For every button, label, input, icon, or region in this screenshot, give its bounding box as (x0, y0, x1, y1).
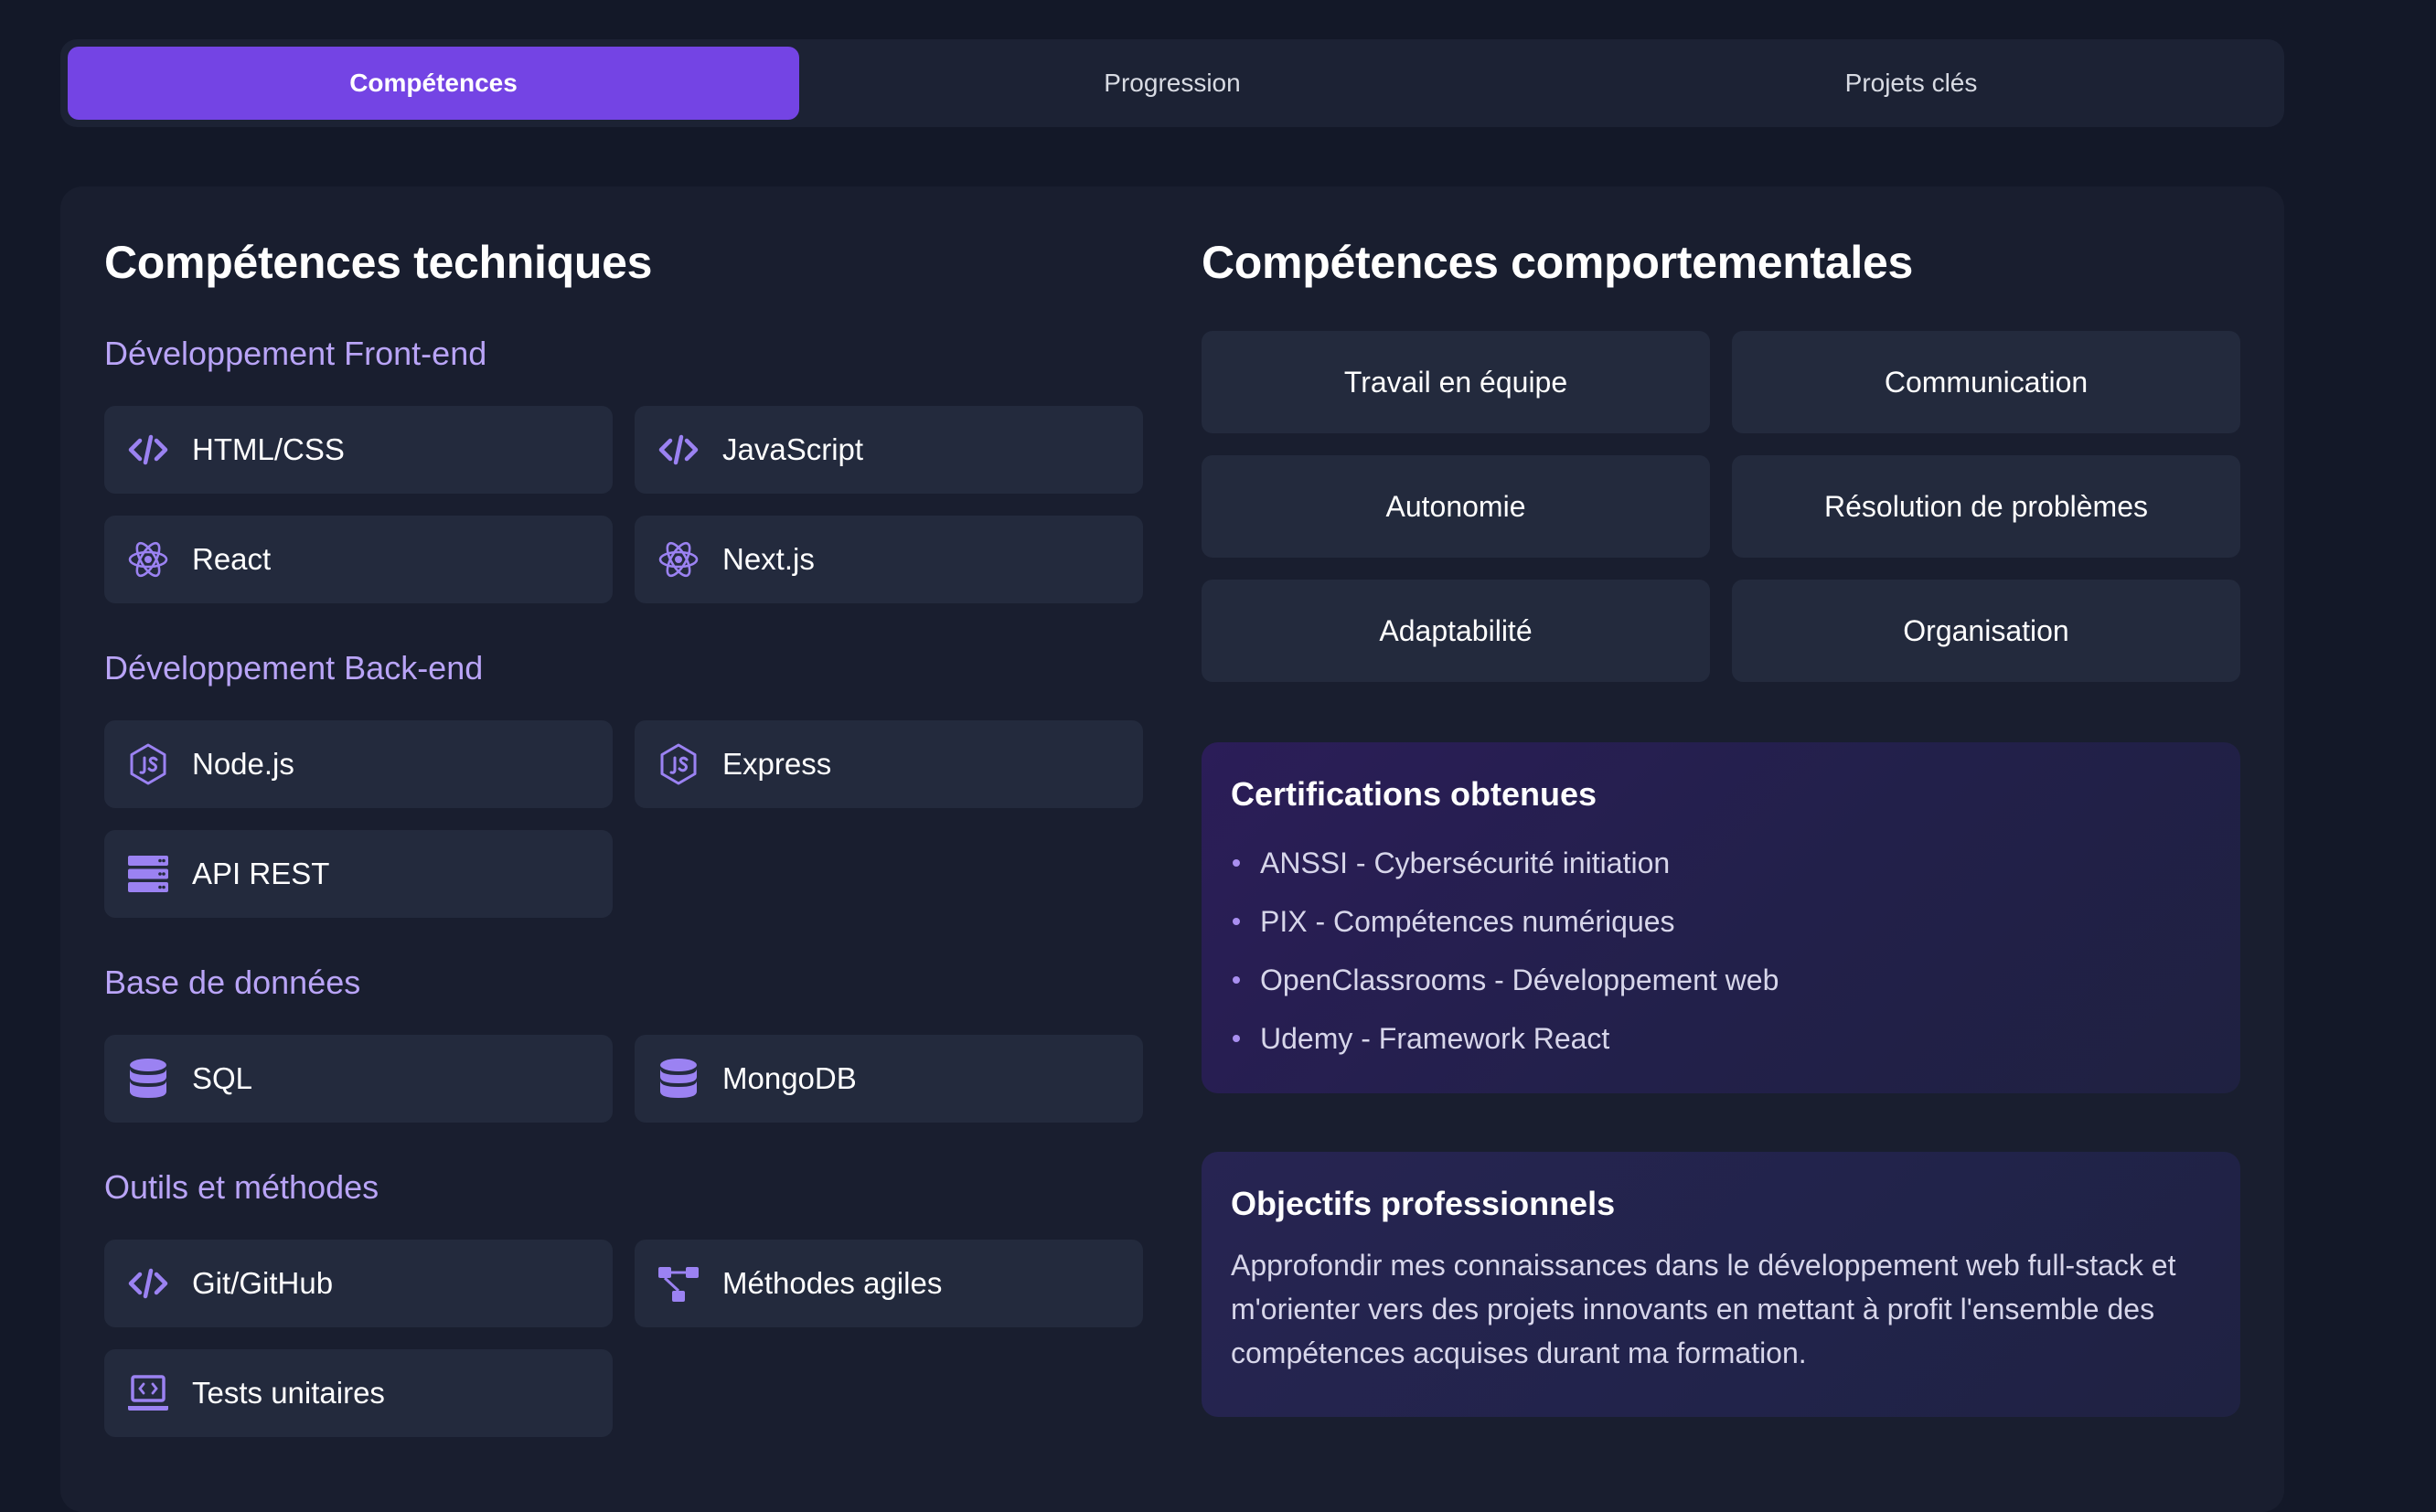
atom-icon (657, 538, 700, 581)
tab-competences[interactable]: Compétences (68, 47, 799, 120)
certifications-title: Certifications obtenues (1231, 775, 1597, 813)
certification-label: PIX - Compétences numériques (1260, 904, 1675, 938)
skill-chip-sql: SQL (104, 1035, 613, 1123)
certifications-list: ANSSI - Cybersécurité initiation PIX - C… (1231, 834, 2211, 1068)
certification-label: Udemy - Framework React (1260, 1021, 1610, 1055)
bullet-icon (1233, 859, 1240, 867)
behavioral-skills-title: Compétences comportementales (1202, 237, 1913, 288)
code-icon (126, 428, 170, 472)
group-title-backend: Développement Back-end (104, 649, 484, 687)
skill-label: Tests unitaires (192, 1376, 385, 1410)
skill-chip-nodejs: Node.js (104, 720, 613, 808)
soft-skill-organization: Organisation (1732, 580, 2240, 682)
skill-chip-javascript: JavaScript (635, 406, 1143, 494)
code-icon (657, 428, 700, 472)
skills-panel: Compétences techniques Développement Fro… (60, 186, 2284, 1512)
skill-chip-nextjs: Next.js (635, 516, 1143, 603)
tab-projets-cles[interactable]: Projets clés (1545, 47, 2277, 120)
skill-chip-express: Express (635, 720, 1143, 808)
soft-skill-adaptability: Adaptabilité (1202, 580, 1710, 682)
bullet-icon (1233, 1035, 1240, 1042)
group-title-frontend: Développement Front-end (104, 335, 487, 372)
certification-item: ANSSI - Cybersécurité initiation (1231, 834, 2211, 892)
skill-chip-api-rest: API REST (104, 830, 613, 918)
skill-label: Express (722, 747, 832, 781)
skill-chip-git-github: Git/GitHub (104, 1240, 613, 1327)
nodejs-icon (657, 742, 700, 786)
professional-goals-text: Approfondir mes connaissances dans le dé… (1231, 1249, 2176, 1369)
bullet-icon (1233, 976, 1240, 984)
code-icon (126, 1262, 170, 1305)
atom-icon (126, 538, 170, 581)
skill-label: Node.js (192, 747, 294, 781)
skill-label: HTML/CSS (192, 432, 345, 466)
skill-label: Next.js (722, 542, 815, 576)
group-title-tools: Outils et méthodes (104, 1168, 379, 1206)
technical-skills-title: Compétences techniques (104, 237, 653, 288)
tab-bar: Compétences Progression Projets clés (60, 39, 2284, 127)
soft-skill-problem-solving: Résolution de problèmes (1732, 455, 2240, 558)
skill-chip-html-css: HTML/CSS (104, 406, 613, 494)
skill-label: MongoDB (722, 1061, 857, 1095)
skill-label: Méthodes agiles (722, 1266, 943, 1300)
certification-label: ANSSI - Cybersécurité initiation (1260, 846, 1671, 879)
skill-label: Git/GitHub (192, 1266, 334, 1300)
certification-item: PIX - Compétences numériques (1231, 892, 2211, 951)
laptop-code-icon (126, 1371, 170, 1415)
professional-goals-title: Objectifs professionnels (1231, 1185, 1616, 1222)
database-icon (657, 1057, 700, 1101)
certification-item: OpenClassrooms - Développement web (1231, 951, 2211, 1009)
skill-label: API REST (192, 857, 330, 890)
nodejs-icon (126, 742, 170, 786)
skill-label: JavaScript (722, 432, 864, 466)
skill-label: React (192, 542, 272, 576)
server-icon (126, 852, 170, 896)
workflow-icon (657, 1262, 700, 1305)
skill-chip-unit-tests: Tests unitaires (104, 1349, 613, 1437)
database-icon (126, 1057, 170, 1101)
soft-skill-communication: Communication (1732, 331, 2240, 433)
tab-progression[interactable]: Progression (807, 47, 1538, 120)
skill-chip-react: React (104, 516, 613, 603)
soft-skill-teamwork: Travail en équipe (1202, 331, 1710, 433)
certification-label: OpenClassrooms - Développement web (1260, 963, 1779, 996)
professional-goals-card: Objectifs professionnels Approfondir mes… (1202, 1152, 2240, 1417)
bullet-icon (1233, 918, 1240, 925)
group-title-databases: Base de données (104, 964, 361, 1001)
skill-label: SQL (192, 1061, 253, 1095)
skill-chip-agile: Méthodes agiles (635, 1240, 1143, 1327)
skill-chip-mongodb: MongoDB (635, 1035, 1143, 1123)
soft-skill-autonomy: Autonomie (1202, 455, 1710, 558)
certifications-card: Certifications obtenues ANSSI - Cyberséc… (1202, 742, 2240, 1093)
certification-item: Udemy - Framework React (1231, 1009, 2211, 1068)
